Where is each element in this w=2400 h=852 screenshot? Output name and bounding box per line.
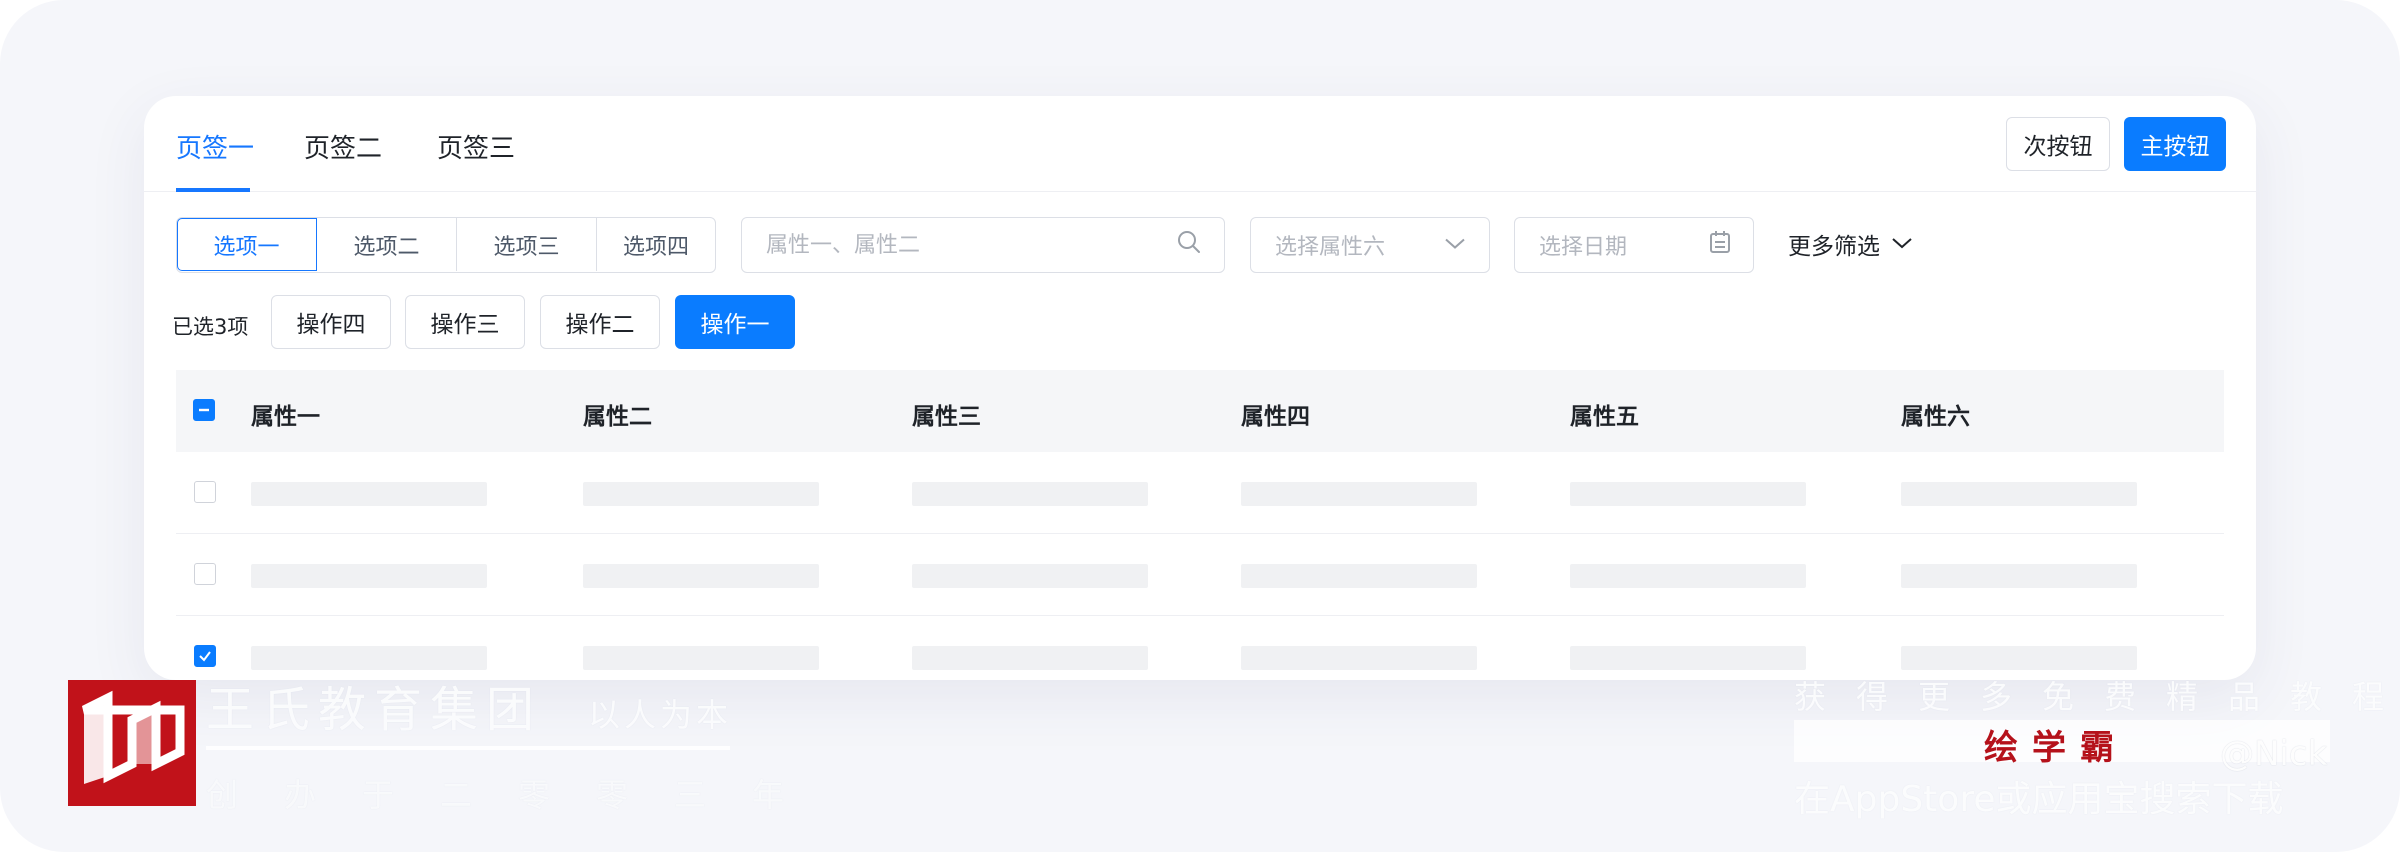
segment-option-4[interactable]: 选项四 xyxy=(597,218,715,271)
cell-placeholder xyxy=(912,482,1148,506)
operation-2-button[interactable]: 操作二 xyxy=(540,295,660,349)
attribute-select[interactable]: 选择属性六 xyxy=(1250,217,1490,273)
tabs-bar: 页签一 页签二 页签三 次按钮 主按钮 xyxy=(144,96,2256,192)
company-logo xyxy=(68,680,196,806)
company-since: 创办于二零零三年 xyxy=(206,776,831,814)
operation-3-button[interactable]: 操作三 xyxy=(405,295,525,349)
active-tab-indicator xyxy=(176,188,250,192)
cell-placeholder xyxy=(583,564,819,588)
table-row[interactable] xyxy=(176,452,2224,534)
column-header-6[interactable]: 属性六 xyxy=(1901,397,1970,431)
cell-placeholder xyxy=(1901,482,2137,506)
cell-placeholder xyxy=(1901,646,2137,670)
more-filters-label: 更多筛选 xyxy=(1788,234,1880,260)
table-row[interactable] xyxy=(176,534,2224,616)
segment-option-2[interactable]: 选项二 xyxy=(317,218,457,271)
promo-brand-name: 绘学霸 xyxy=(1984,728,2128,768)
promo-headline: 获得更多免费精品教程 xyxy=(1794,678,2400,716)
cell-placeholder xyxy=(583,646,819,670)
column-header-3[interactable]: 属性三 xyxy=(912,397,981,431)
cell-placeholder xyxy=(251,646,487,670)
cell-placeholder xyxy=(1570,646,1806,670)
segmented-control: 选项一 选项二 选项三 选项四 xyxy=(176,217,716,273)
brand-divider xyxy=(206,746,730,750)
tab-3[interactable]: 页签三 xyxy=(437,128,515,165)
search-field[interactable] xyxy=(741,217,1225,273)
date-picker[interactable]: 选择日期 xyxy=(1514,217,1754,273)
search-icon[interactable] xyxy=(1176,229,1202,261)
cell-placeholder xyxy=(1570,564,1806,588)
cell-placeholder xyxy=(1570,482,1806,506)
more-filters-button[interactable]: 更多筛选 xyxy=(1788,227,1914,261)
segment-option-1[interactable]: 选项一 xyxy=(177,218,317,271)
date-picker-placeholder: 选择日期 xyxy=(1539,235,1628,260)
selected-count: 已选3项 xyxy=(172,315,249,339)
operation-4-button[interactable]: 操作四 xyxy=(271,295,391,349)
row-checkbox[interactable] xyxy=(194,481,216,503)
attribute-select-placeholder: 选择属性六 xyxy=(1275,235,1386,260)
cell-placeholder xyxy=(583,482,819,506)
cell-placeholder xyxy=(1241,482,1477,506)
cell-placeholder xyxy=(1241,646,1477,670)
cell-placeholder xyxy=(251,482,487,506)
cell-placeholder xyxy=(912,564,1148,588)
chevron-down-icon xyxy=(1890,231,1914,257)
search-input[interactable] xyxy=(766,232,1200,258)
select-all-checkbox[interactable] xyxy=(193,399,215,421)
table-header: 属性一 属性二 属性三 属性四 属性五 属性六 xyxy=(176,370,2224,452)
column-header-1[interactable]: 属性一 xyxy=(251,397,320,431)
list-page-card: 页签一 页签二 页签三 次按钮 主按钮 选项一 选项二 选项三 选项四 选择属性… xyxy=(144,96,2256,680)
column-header-5[interactable]: 属性五 xyxy=(1570,397,1639,431)
primary-button[interactable]: 主按钮 xyxy=(2124,117,2226,171)
column-header-4[interactable]: 属性四 xyxy=(1241,397,1310,431)
secondary-button[interactable]: 次按钮 xyxy=(2006,117,2110,171)
operation-1-button[interactable]: 操作一 xyxy=(675,295,795,349)
column-header-2[interactable]: 属性二 xyxy=(583,397,652,431)
author-signature: @Nick xyxy=(2220,734,2328,774)
canvas-background: 页签一 页签二 页签三 次按钮 主按钮 选项一 选项二 选项三 选项四 选择属性… xyxy=(0,0,2400,852)
cell-placeholder xyxy=(1241,564,1477,588)
cell-placeholder xyxy=(912,646,1148,670)
calendar-icon xyxy=(1709,230,1731,260)
row-checkbox[interactable] xyxy=(194,563,216,585)
cell-placeholder xyxy=(1901,564,2137,588)
row-checkbox[interactable] xyxy=(194,645,216,667)
promo-download-text: 在AppStore或应用宝搜索下载 xyxy=(1794,779,2284,820)
company-slogan: 以人为本 xyxy=(588,696,733,734)
tab-1[interactable]: 页签一 xyxy=(176,128,254,165)
segment-option-3[interactable]: 选项三 xyxy=(457,218,597,271)
tab-2[interactable]: 页签二 xyxy=(304,128,382,165)
cell-placeholder xyxy=(251,564,487,588)
chevron-down-icon xyxy=(1443,233,1467,258)
company-name: 王氏教育集团 xyxy=(206,682,543,738)
